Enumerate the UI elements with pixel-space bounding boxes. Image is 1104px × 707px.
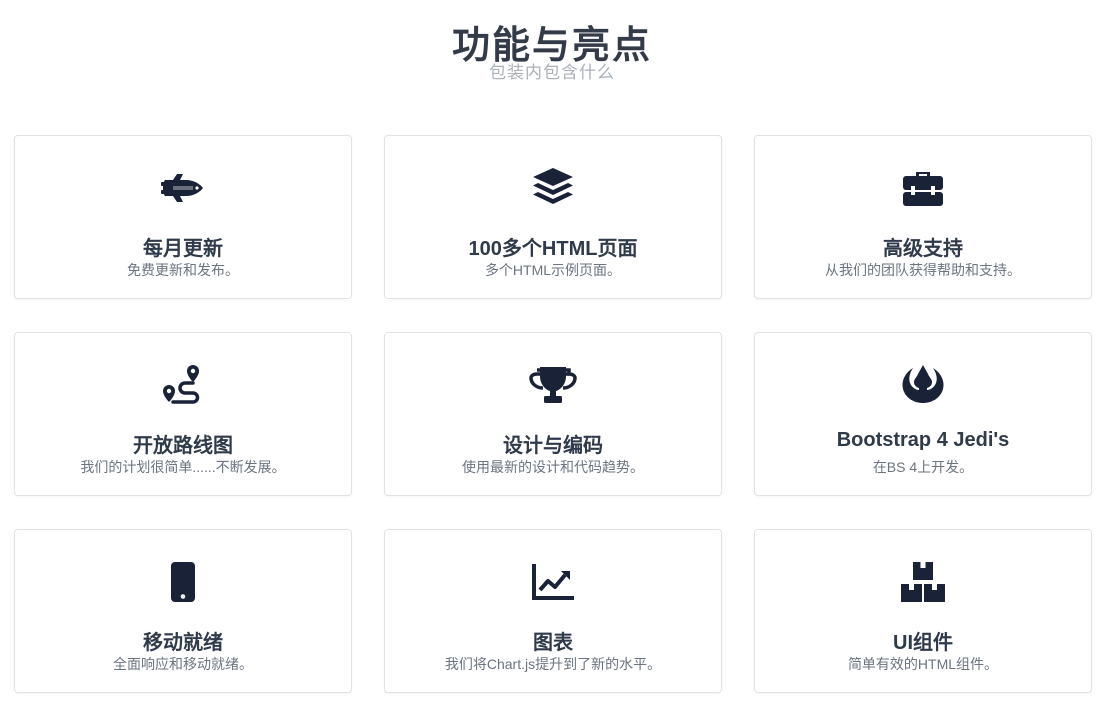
feature-title: 移动就绪 [143,632,223,654]
chart-line-icon [529,560,577,604]
feature-title: 开放路线图 [133,435,233,457]
toolbox-icon [899,166,947,210]
boxes-icon [899,560,947,604]
mobile-icon [159,560,207,604]
feature-title: 图表 [533,632,573,654]
feature-title: 高级支持 [883,238,963,260]
route-icon [159,363,207,407]
layers-icon [529,166,577,210]
feature-card-charts: 图表 我们将Chart.js提升到了新的水平。 [384,529,722,693]
feature-title: 100多个HTML页面 [468,238,638,260]
feature-card-open-roadmap: 开放路线图 我们的计划很简单......不断发展。 [14,332,352,496]
jedi-order-icon [899,363,947,407]
feature-card-monthly-updates: 每月更新 免费更新和发布。 [14,135,352,299]
feature-description: 免费更新和发布。 [127,262,239,278]
feature-title: Bootstrap 4 Jedi's [836,429,1010,451]
feature-description: 在BS 4上开发。 [872,459,974,475]
feature-description: 简单有效的HTML组件。 [847,656,999,672]
feature-description: 我们的计划很简单......不断发展。 [80,459,286,475]
feature-description: 使用最新的设计和代码趋势。 [462,459,644,475]
feature-description: 从我们的团队获得帮助和支持。 [825,262,1021,278]
feature-card-design-coding: 设计与编码 使用最新的设计和代码趋势。 [384,332,722,496]
feature-description: 全面响应和移动就绪。 [113,656,253,672]
feature-description: 我们将Chart.js提升到了新的水平。 [444,656,662,672]
feature-description: 多个HTML示例页面。 [484,262,622,278]
feature-card-bootstrap-jedi: Bootstrap 4 Jedi's 在BS 4上开发。 [754,332,1092,496]
feature-card-mobile-ready: 移动就绪 全面响应和移动就绪。 [14,529,352,693]
section-subtitle: 包装内包含什么 [489,63,615,82]
feature-card-html-pages: 100多个HTML页面 多个HTML示例页面。 [384,135,722,299]
space-shuttle-icon [159,166,207,210]
feature-title: 设计与编码 [503,435,603,457]
feature-card-ui-components: UI组件 简单有效的HTML组件。 [754,529,1092,693]
trophy-icon [529,363,577,407]
feature-title: UI组件 [893,632,953,654]
feature-card-premium-support: 高级支持 从我们的团队获得帮助和支持。 [754,135,1092,299]
feature-title: 每月更新 [143,238,223,260]
